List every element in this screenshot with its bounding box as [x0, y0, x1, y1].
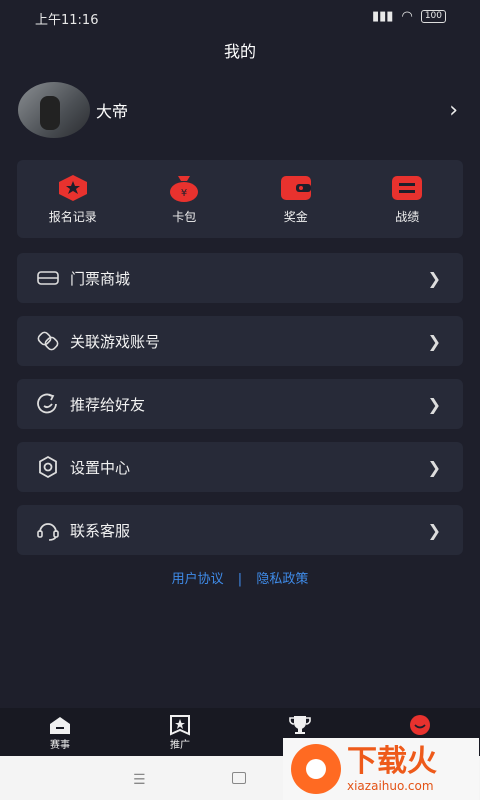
- menu-item-link-game-account[interactable]: 关联游戏账号 ❯: [17, 316, 463, 366]
- signal-icon: ▮▮▮: [372, 9, 394, 24]
- chevron-right-icon: ›: [449, 97, 458, 123]
- profile-row[interactable]: 大帝 ›: [18, 82, 462, 138]
- trophy-icon: [289, 716, 311, 734]
- gear-icon: [35, 454, 61, 480]
- svg-text:¥: ¥: [181, 188, 187, 199]
- quick-action-label: 卡包: [172, 210, 197, 224]
- money-bag-icon: ¥: [167, 174, 201, 202]
- watermark-en: xiazaihuo.com: [347, 779, 434, 793]
- ticket-icon: [35, 265, 61, 291]
- link-separator: |: [237, 572, 243, 587]
- watermark: 下载火 xiazaihuo.com: [283, 738, 479, 800]
- battery-icon: 100: [420, 10, 446, 23]
- user-agreement-link[interactable]: 用户协议: [172, 572, 224, 587]
- wifi-icon: ◠: [401, 9, 413, 24]
- watermark-cn: 下载火: [347, 744, 437, 779]
- tab-events[interactable]: 赛事: [0, 708, 120, 756]
- menu-item-label: 门票商城: [70, 269, 131, 288]
- chevron-right-icon: ❯: [427, 457, 441, 477]
- quick-action-label: 报名记录: [48, 210, 97, 224]
- quick-action-label: 战绩: [395, 210, 420, 224]
- share-icon: [35, 391, 61, 417]
- chevron-right-icon: ❯: [427, 520, 441, 540]
- page-title: 我的: [223, 42, 256, 61]
- status-bar: 上午11:16 ▮▮▮ ◠ 100: [0, 0, 480, 34]
- profile-name: 大帝: [96, 102, 129, 121]
- menu-item-label: 联系客服: [70, 521, 131, 540]
- legal-links: 用户协议 | 隐私政策: [0, 568, 480, 587]
- watermark-text: 下载火 xiazaihuo.com: [347, 744, 437, 794]
- quick-action-label: 奖金: [283, 210, 308, 224]
- menu-item-ticket-mall[interactable]: 门票商城 ❯: [17, 253, 463, 303]
- avatar[interactable]: [18, 82, 90, 138]
- quick-action-records[interactable]: 战绩: [352, 160, 464, 238]
- download-fire-logo-icon: [291, 744, 341, 794]
- chevron-right-icon: ❯: [427, 268, 441, 288]
- record-icon: [390, 174, 424, 202]
- tab-promotion[interactable]: 推广: [120, 708, 240, 756]
- quick-action-signup-records[interactable]: 报名记录: [17, 160, 129, 238]
- home-button-icon[interactable]: [232, 772, 246, 784]
- quick-action-card-wallet[interactable]: ¥ 卡包: [129, 160, 241, 238]
- home-icon: [50, 717, 70, 734]
- tab-label: 赛事: [50, 740, 70, 751]
- menu-item-settings[interactable]: 设置中心 ❯: [17, 442, 463, 492]
- status-time: 上午11:16: [35, 13, 99, 28]
- tab-label: 推广: [170, 740, 190, 751]
- headset-icon: [35, 517, 61, 543]
- smile-profile-icon: [410, 715, 430, 735]
- menu-item-recommend-friends[interactable]: 推荐给好友 ❯: [17, 379, 463, 429]
- menu-item-label: 关联游戏账号: [70, 332, 161, 351]
- wallet-icon: [279, 174, 313, 202]
- promo-star-icon: [170, 715, 190, 736]
- status-icons: ▮▮▮ ◠ 100: [372, 9, 446, 24]
- quick-actions: 报名记录 ¥ 卡包 奖金 战绩: [17, 160, 463, 238]
- menu-icon[interactable]: ☰: [133, 772, 146, 788]
- chevron-right-icon: ❯: [427, 331, 441, 351]
- quick-action-bonus[interactable]: 奖金: [240, 160, 352, 238]
- menu-item-customer-service[interactable]: 联系客服 ❯: [17, 505, 463, 555]
- menu-item-label: 设置中心: [70, 458, 131, 477]
- badge-star-icon: [56, 174, 90, 202]
- chevron-right-icon: ❯: [427, 394, 441, 414]
- menu-item-label: 推荐给好友: [70, 395, 146, 414]
- privacy-policy-link[interactable]: 隐私政策: [256, 572, 308, 587]
- link-icon: [35, 328, 61, 354]
